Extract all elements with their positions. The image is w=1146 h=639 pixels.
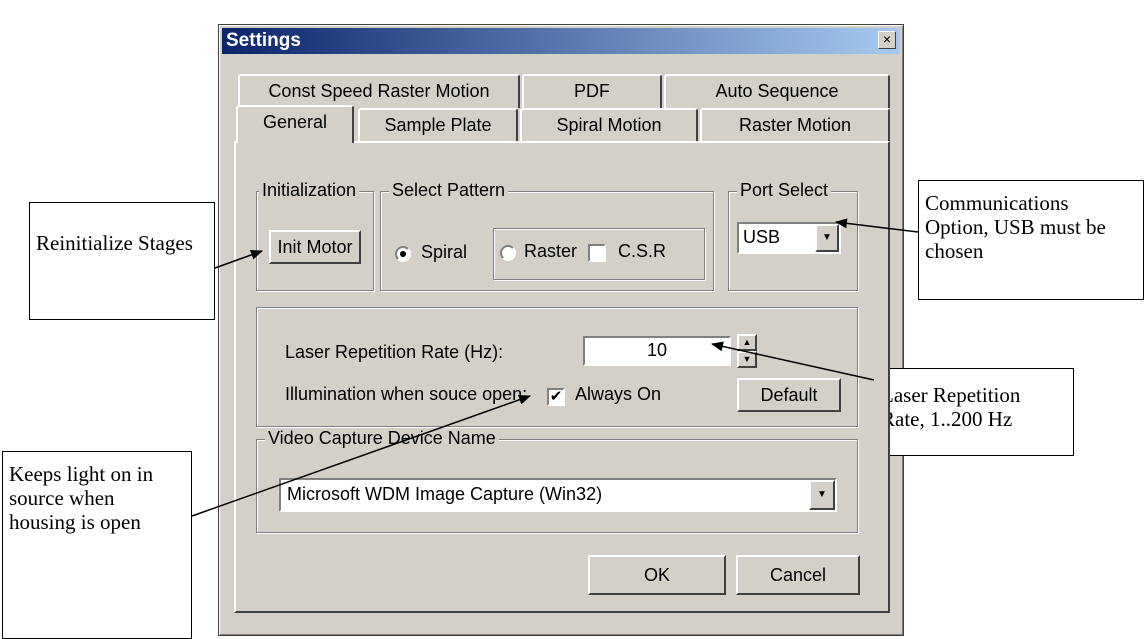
tab-const-speed-raster-motion[interactable]: Const Speed Raster Motion — [238, 74, 520, 108]
port-select-label: Port Select — [737, 180, 832, 201]
annotation-reinitialize: Reinitialize Stages — [29, 202, 215, 320]
laser-group: Laser Repetition Rate (Hz): 10 ▲ ▼ Illum… — [256, 307, 858, 427]
raster-subgroup: Raster C.S.R — [493, 228, 705, 280]
close-button[interactable]: × — [878, 31, 896, 49]
spiral-radio[interactable] — [395, 246, 411, 262]
annotation-laser-rate: Laser Repetition Rate, 1..200 Hz — [874, 368, 1074, 456]
port-select-dropdown[interactable]: USB ▼ — [737, 222, 841, 254]
annotation-communications: Communications Option, USB must be chose… — [918, 180, 1144, 300]
ok-button[interactable]: OK — [588, 555, 726, 595]
always-on-checkbox[interactable]: ✔ — [547, 388, 565, 406]
laser-rate-label: Laser Repetition Rate (Hz): — [285, 342, 504, 362]
annotation-keeps-light: Keeps light on in source when housing is… — [2, 451, 192, 639]
general-tab-panel: Initialization Init Motor Select Pattern… — [234, 141, 890, 613]
spin-up-button[interactable]: ▲ — [737, 334, 757, 351]
video-device-value: Microsoft WDM Image Capture (Win32) — [287, 484, 603, 504]
video-device-dropdown[interactable]: Microsoft WDM Image Capture (Win32) ▼ — [279, 478, 837, 512]
tab-spiral-motion[interactable]: Spiral Motion — [520, 108, 698, 142]
always-on-label: Always On — [575, 384, 662, 404]
tab-sample-plate[interactable]: Sample Plate — [358, 108, 518, 142]
tab-auto-sequence[interactable]: Auto Sequence — [664, 74, 890, 108]
illumination-label: Illumination when souce open: — [285, 384, 528, 404]
csr-label: C.S.R — [618, 241, 667, 261]
select-pattern-group: Select Pattern Spiral Raster C.S.R — [380, 180, 714, 291]
laser-rate-input[interactable]: 10 — [583, 336, 731, 366]
radio-selected-dot — [400, 251, 406, 257]
chevron-down-icon[interactable]: ▼ — [809, 480, 835, 510]
video-capture-group: Video Capture Device Name Microsoft WDM … — [256, 428, 858, 533]
dialog-title: Settings — [226, 30, 301, 51]
spiral-label: Spiral — [421, 242, 468, 262]
video-capture-label: Video Capture Device Name — [265, 428, 499, 449]
csr-checkbox[interactable] — [588, 244, 606, 262]
initialization-label: Initialization — [259, 180, 360, 201]
tab-pdf[interactable]: PDF — [522, 74, 662, 108]
spin-down-button[interactable]: ▼ — [737, 351, 757, 368]
select-pattern-label: Select Pattern — [389, 180, 509, 201]
port-select-group: Port Select USB ▼ — [728, 180, 858, 291]
tab-raster-motion[interactable]: Raster Motion — [700, 108, 890, 142]
title-bar[interactable]: Settings × — [222, 28, 900, 54]
cancel-button[interactable]: Cancel — [736, 555, 860, 595]
default-button[interactable]: Default — [737, 378, 841, 412]
raster-radio[interactable] — [500, 245, 516, 261]
port-select-value: USB — [743, 227, 781, 247]
chevron-down-icon[interactable]: ▼ — [815, 224, 839, 252]
close-icon: × — [882, 31, 892, 47]
init-motor-button[interactable]: Init Motor — [269, 230, 361, 264]
raster-label: Raster — [524, 241, 578, 261]
tab-general[interactable]: General — [236, 105, 354, 143]
initialization-group: Initialization Init Motor — [256, 180, 374, 291]
